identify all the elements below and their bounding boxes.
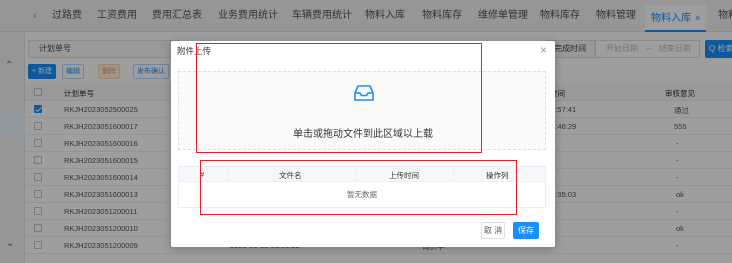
annotation-box-upload bbox=[196, 43, 482, 153]
close-icon[interactable]: × bbox=[540, 43, 547, 57]
annotation-box-file-table bbox=[200, 160, 517, 215]
cancel-button[interactable]: 取 消 bbox=[481, 222, 505, 239]
save-button[interactable]: 保存 bbox=[513, 222, 539, 239]
